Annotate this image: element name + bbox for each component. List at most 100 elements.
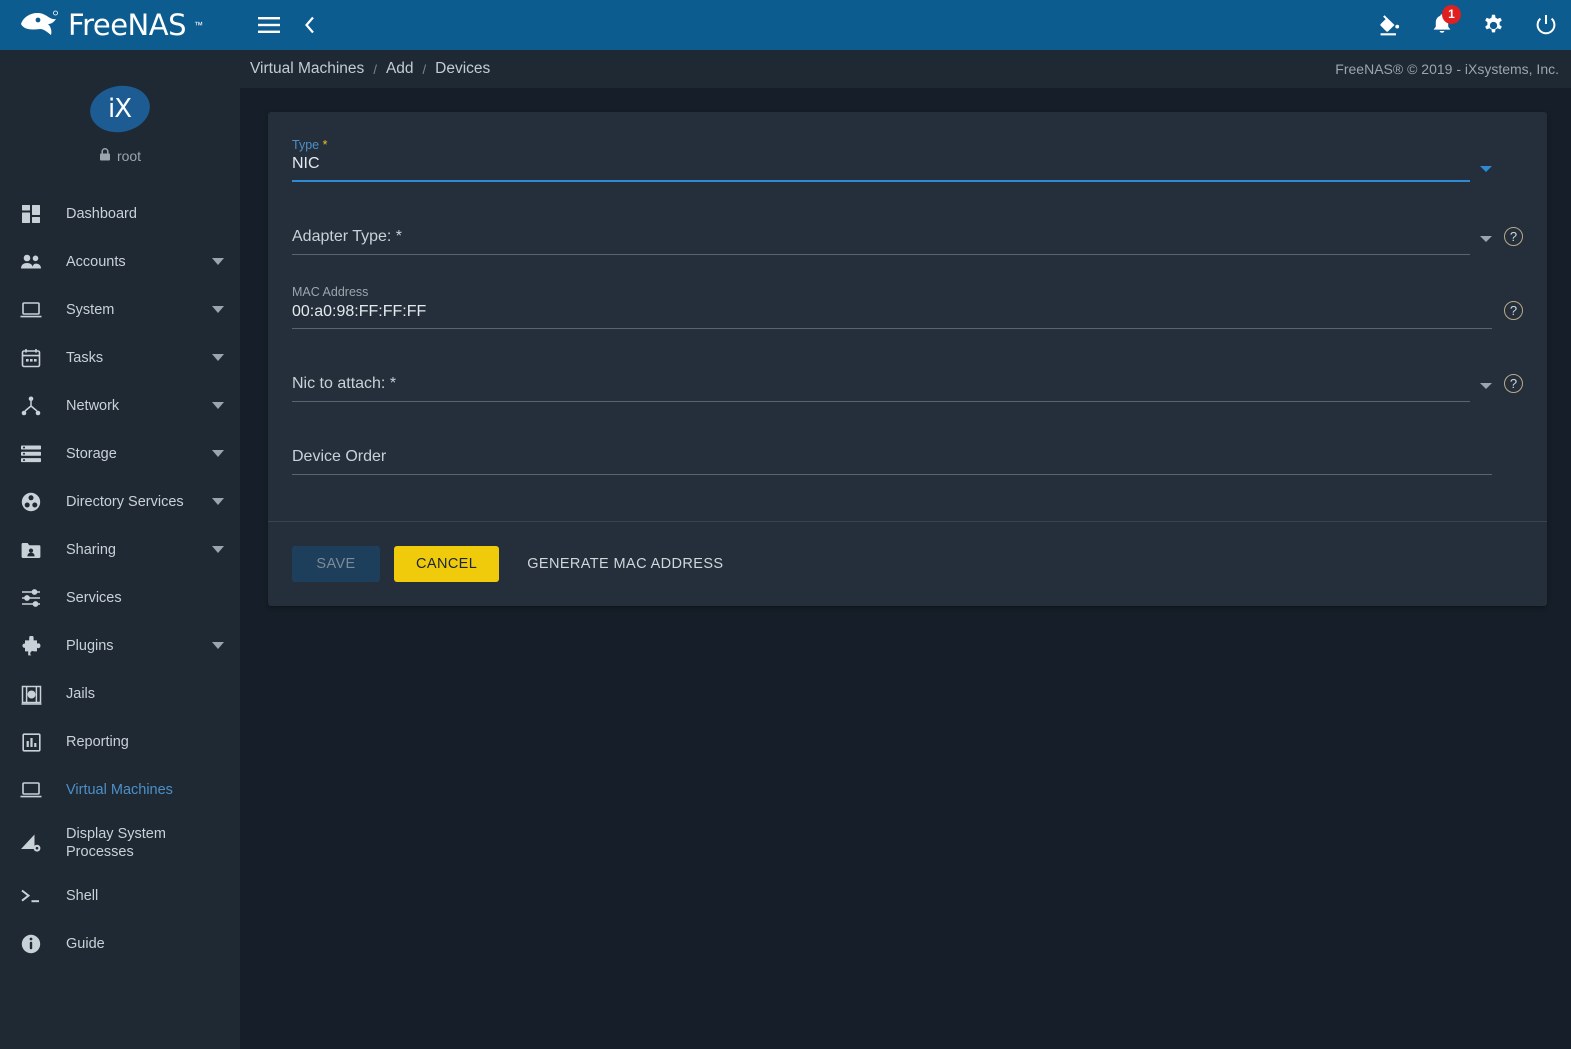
help-circle-icon[interactable]: ? (1504, 374, 1523, 393)
mac-address-label: MAC Address (292, 285, 369, 299)
sidebar-item-accounts[interactable]: Accounts (0, 238, 240, 286)
virtual-machines-icon (14, 781, 48, 799)
mac-address-input[interactable]: 00:a0:98:FF:FF:FF (292, 303, 1492, 329)
chevron-down-icon[interactable] (1480, 166, 1492, 172)
sidebar-item-label: Plugins (66, 637, 114, 654)
sidebar-item-tasks[interactable]: Tasks (0, 334, 240, 382)
app-root: FreeNAS ™ iX root Dashboard Accounts Sys… (0, 0, 1571, 1049)
sidebar-item-storage[interactable]: Storage (0, 430, 240, 478)
field-nic-to-attach: Nic to attach: * ? (292, 359, 1523, 402)
reporting-icon (14, 732, 48, 752)
sidebar-item-label: Virtual Machines (66, 781, 173, 798)
sidebar-item-label: Accounts (66, 253, 126, 270)
gear-icon[interactable] (1482, 14, 1505, 37)
top-bar-right: 1 (1378, 4, 1557, 38)
sidebar-item-network[interactable]: Network (0, 382, 240, 430)
sidebar-item-services[interactable]: Services (0, 574, 240, 622)
chevron-down-icon[interactable] (1480, 383, 1492, 389)
chevron-down-icon[interactable] (212, 542, 226, 558)
sidebar-item-sharing[interactable]: Sharing (0, 526, 240, 574)
plugins-icon (14, 635, 48, 657)
avatar[interactable]: iX (86, 81, 154, 137)
sidebar-item-label: Reporting (66, 733, 129, 750)
user-block: iX root (0, 50, 240, 182)
chevron-down-icon[interactable] (212, 638, 226, 654)
generate-mac-address-button[interactable]: GENERATE MAC ADDRESS (513, 546, 737, 582)
sidebar-item-shell[interactable]: Shell (0, 872, 240, 920)
hamburger-menu-icon[interactable] (258, 17, 280, 33)
brand-name: FreeNAS (68, 8, 186, 42)
nic-to-attach-select[interactable]: Nic to attach: * (292, 359, 1470, 402)
sidebar-item-system[interactable]: System (0, 286, 240, 334)
sidebar-item-virtual-machines[interactable]: Virtual Machines (0, 766, 240, 814)
help-circle-icon[interactable]: ? (1504, 301, 1523, 320)
network-icon (14, 396, 48, 416)
dashboard-icon (14, 204, 48, 224)
device-form-card: Type * NIC Adapter Type: * ? MAC Address… (268, 112, 1547, 606)
breadcrumb-separator: / (373, 61, 377, 77)
directory-services-icon (14, 492, 48, 512)
breadcrumb-item-add[interactable]: Add (386, 60, 414, 78)
chevron-down-icon[interactable] (212, 398, 226, 414)
freenas-fish-logo-icon (18, 9, 60, 42)
adapter-type-select[interactable]: Adapter Type: * (292, 212, 1470, 255)
sidebar-item-plugins[interactable]: Plugins (0, 622, 240, 670)
type-select[interactable]: NIC (292, 155, 1470, 182)
paint-bucket-icon[interactable] (1378, 13, 1402, 37)
form-fields: Type * NIC Adapter Type: * ? MAC Address… (268, 112, 1547, 513)
sidebar-item-display-system-processes[interactable]: Display System Processes (0, 814, 240, 872)
sidebar-item-label: Directory Services (66, 493, 184, 510)
content-area: Type * NIC Adapter Type: * ? MAC Address… (240, 88, 1571, 630)
system-icon (14, 301, 48, 319)
sidebar: FreeNAS ™ iX root Dashboard Accounts Sys… (0, 0, 240, 1049)
top-bar-left (258, 16, 316, 34)
notifications-button[interactable]: 1 (1432, 4, 1461, 38)
chevron-left-icon[interactable] (304, 16, 316, 34)
sidebar-item-jails[interactable]: Jails (0, 670, 240, 718)
sidebar-item-label: Guide (66, 935, 105, 952)
chevron-down-icon[interactable] (1480, 236, 1492, 242)
sidebar-item-label: Tasks (66, 349, 104, 366)
device-order-input[interactable]: Device Order (292, 432, 1492, 475)
services-icon (14, 588, 48, 608)
field-mac-address: MAC Address 00:a0:98:FF:FF:FF ? (292, 285, 1523, 329)
required-marker: * (322, 138, 328, 152)
breadcrumb-item-devices: Devices (435, 60, 491, 77)
breadcrumb-bar: Virtual Machines / Add / Devices FreeNAS… (240, 50, 1571, 88)
notification-badge: 1 (1442, 4, 1461, 24)
chevron-down-icon[interactable] (212, 350, 226, 366)
sidebar-item-label: Dashboard (66, 205, 137, 222)
sidebar-item-guide[interactable]: Guide (0, 920, 240, 968)
brand-header: FreeNAS ™ (0, 0, 240, 50)
sidebar-nav: Dashboard Accounts System Tasks Network … (0, 182, 240, 968)
brand-trademark: ™ (193, 20, 203, 30)
power-icon[interactable] (1535, 14, 1557, 36)
chevron-down-icon[interactable] (212, 446, 226, 462)
display-system-processes-icon (14, 833, 48, 853)
cancel-button[interactable]: CANCEL (394, 546, 500, 582)
field-device-order: Device Order (292, 432, 1523, 475)
field-type: Type * NIC (292, 138, 1523, 182)
lock-icon (99, 148, 111, 164)
breadcrumb-separator: / (422, 61, 427, 77)
jails-icon (14, 684, 48, 705)
sidebar-item-dashboard[interactable]: Dashboard (0, 190, 240, 238)
sidebar-item-label: Shell (66, 887, 99, 904)
breadcrumb-item-virtual-machines[interactable]: Virtual Machines (250, 60, 364, 78)
chevron-down-icon[interactable] (212, 494, 226, 510)
sidebar-item-directory-services[interactable]: Directory Services (0, 478, 240, 526)
avatar-label: iX (108, 94, 132, 125)
username-row: root (99, 148, 141, 164)
sidebar-item-reporting[interactable]: Reporting (0, 718, 240, 766)
chevron-down-icon[interactable] (212, 302, 226, 318)
chevron-down-icon[interactable] (212, 254, 226, 270)
sidebar-item-label: Services (66, 589, 122, 606)
type-label: Type * (292, 138, 328, 152)
copyright-text: FreeNAS® © 2019 - iXsystems, Inc. (1335, 61, 1559, 77)
save-button[interactable]: SAVE (292, 546, 380, 582)
help-circle-icon[interactable]: ? (1504, 227, 1523, 246)
sharing-icon (14, 542, 48, 559)
tasks-icon (14, 348, 48, 368)
main-area: 1 Virtual Machines / Add / Devices FreeN… (240, 0, 1571, 1049)
breadcrumb: Virtual Machines / Add / Devices (250, 60, 490, 78)
